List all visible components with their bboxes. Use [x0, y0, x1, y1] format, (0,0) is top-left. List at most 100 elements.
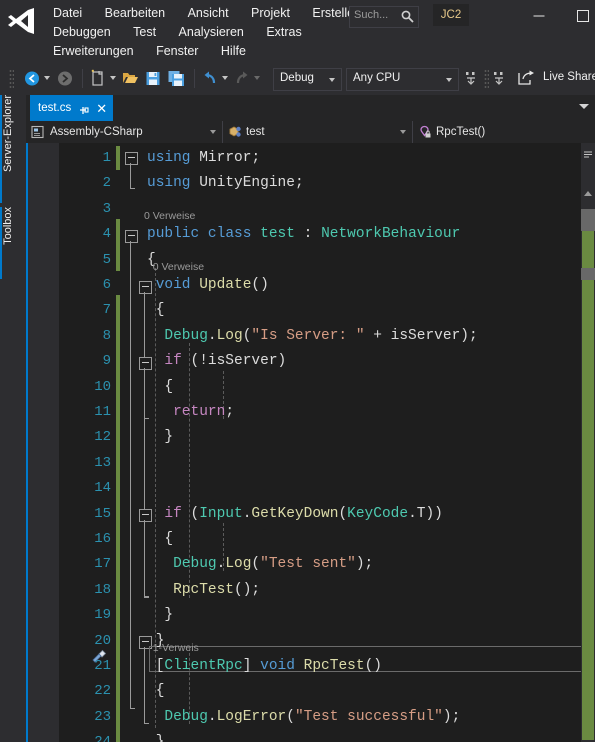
menu-item-ansicht[interactable]: Ansicht [179, 4, 238, 23]
line-number: 10 [94, 378, 111, 395]
code-line[interactable]: 5{ [59, 248, 581, 273]
menu-item-extras[interactable]: Extras [257, 23, 310, 42]
navbar-project-select[interactable]: Assembly-CSharp [26, 121, 223, 143]
code-line[interactable]: 7{ [59, 298, 581, 323]
code-line[interactable]: 3 [59, 197, 581, 222]
solution-platform-select[interactable]: Any CPU [346, 68, 459, 91]
code-text: if (!isServer) [164, 353, 287, 370]
editor-left-margin [28, 143, 59, 742]
line-number: 14 [94, 480, 111, 497]
code-line[interactable]: 21 1-Verweis [ClientRpc] void RpcTest() [59, 642, 581, 679]
tab-test-cs[interactable]: test.cs ✕ [30, 95, 114, 121]
save-icon[interactable] [145, 69, 161, 88]
code-line[interactable]: 2 using UnityEngine; [59, 171, 581, 196]
user-account-badge[interactable]: JC2 [433, 4, 469, 26]
codelens-reference-count[interactable]: 0 Verweise [144, 209, 195, 223]
code-line[interactable]: 11 return; [59, 400, 581, 425]
code-line[interactable]: 18 RpcTest(); [59, 578, 581, 603]
code-text: Debug.Log("Test sent"); [173, 556, 374, 573]
undo-icon[interactable] [202, 69, 218, 88]
code-line[interactable]: 17 Debug.Log("Test sent"); [59, 552, 581, 577]
line-number: 4 [102, 226, 111, 243]
code-line[interactable]: 9 if (!isServer) [59, 349, 581, 374]
codelens-reference-count[interactable]: 1-Verweis [153, 641, 199, 655]
line-number: 1 [102, 150, 111, 166]
menu-item-debuggen[interactable]: Debuggen [44, 23, 120, 42]
navbar-member-select[interactable]: RpcTest() [412, 121, 595, 143]
code-line[interactable]: 8 Debug.Log("Is Server: " + isServer); [59, 324, 581, 349]
save-all-icon[interactable] [168, 69, 186, 88]
scrollbar-thumb-2[interactable] [581, 268, 595, 280]
code-line[interactable]: 1 using Mirror; [59, 146, 581, 171]
sidebar-item-toolbox[interactable]: Toolbox [0, 207, 28, 279]
sidebar-item-server-explorer[interactable]: Server-Explorer [0, 95, 28, 203]
code-text: } [164, 607, 174, 624]
menu-row-1: Datei Bearbeiten Ansicht Projekt Erstell… [44, 3, 361, 23]
minimize-icon [533, 15, 545, 17]
code-line[interactable]: 10 { [59, 375, 581, 400]
code-line[interactable]: 24} [59, 730, 581, 742]
navigate-forward-icon[interactable] [57, 69, 73, 88]
menu-row-3: Erweiterungen Fenster Hilfe [44, 41, 344, 60]
menu-item-test[interactable]: Test [124, 23, 165, 42]
toolbar-grip-2[interactable] [484, 69, 489, 89]
navigate-back-icon[interactable] [24, 69, 40, 88]
live-share-icon[interactable] [518, 70, 536, 86]
new-item-icon[interactable] [90, 69, 106, 88]
menu-item-projekt[interactable]: Projekt [242, 4, 299, 23]
code-line[interactable]: 6 0 Verweise void Update() [59, 261, 581, 298]
line-number: 20 [94, 632, 111, 649]
chevron-down-icon-type [400, 130, 406, 134]
scrollbar-thumb[interactable] [581, 209, 595, 231]
code-line[interactable]: 13 [59, 451, 581, 476]
menu-item-analysieren[interactable]: Analysieren [170, 23, 253, 42]
codelens-reference-count[interactable]: 0 Verweise [153, 260, 204, 274]
redo-dropdown-icon[interactable] [254, 76, 260, 80]
solution-configuration-select[interactable]: Debug [273, 68, 342, 91]
search-input[interactable]: Such... [349, 6, 419, 28]
editor-vertical-scrollbar[interactable] [581, 143, 595, 742]
navigate-back-dropdown-icon[interactable] [44, 76, 50, 80]
code-line[interactable]: 22 { [59, 679, 581, 704]
code-text: [ClientRpc] void RpcTest() [155, 658, 382, 674]
scrollbar-top-glyph[interactable] [583, 146, 593, 158]
code-line[interactable]: 16 { [59, 527, 581, 552]
undo-dropdown-icon[interactable] [222, 76, 228, 80]
title-bar: Datei Bearbeiten Ansicht Projekt Erstell… [0, 0, 595, 62]
chevron-down-icon-project [210, 130, 216, 134]
code-line[interactable]: 4 0 Verweise public class test : NetworkBe… [59, 210, 581, 247]
menu-item-fenster[interactable]: Fenster [147, 42, 207, 61]
live-share-label[interactable]: Live Share [543, 71, 595, 83]
code-text: } [164, 429, 174, 446]
visual-studio-logo-icon [8, 8, 36, 34]
toolbar-grip[interactable] [9, 69, 14, 89]
close-icon[interactable]: ✕ [96, 102, 107, 115]
menu-item-erweiterungen[interactable]: Erweiterungen [44, 42, 143, 61]
code-line[interactable]: 19} [59, 603, 581, 628]
pin-icon[interactable] [78, 103, 89, 114]
redo-icon[interactable] [234, 69, 250, 88]
maximize-button[interactable] [572, 6, 594, 26]
code-line[interactable]: 14 [59, 476, 581, 501]
code-line[interactable]: 12} [59, 425, 581, 450]
scrollbar-up-arrow[interactable] [583, 185, 593, 196]
code-text: void Update() [155, 277, 269, 293]
line-number: 21 [94, 658, 111, 674]
menu-item-bearbeiten[interactable]: Bearbeiten [96, 4, 174, 23]
navbar-type-select[interactable]: test [222, 121, 413, 143]
open-file-icon[interactable] [122, 69, 139, 88]
code-line[interactable]: 15 if (Input.GetKeyDown(KeyCode.T)) [59, 502, 581, 527]
code-editor[interactable]: 1 using Mirror; 2 using UnityEngine; 3 4 0 Ver… [26, 143, 595, 742]
code-line[interactable]: 23 Debug.LogError("Test successful"); [59, 705, 581, 730]
minimize-button[interactable] [528, 6, 550, 26]
step-icon[interactable] [492, 69, 506, 88]
chevron-down-icon [329, 78, 335, 82]
code-line[interactable]: 20} [59, 629, 581, 654]
chevron-down-icon-tabs[interactable] [579, 104, 589, 109]
menu-item-datei[interactable]: Datei [44, 4, 91, 23]
line-number: 19 [94, 607, 111, 624]
menu-item-hilfe[interactable]: Hilfe [212, 42, 255, 61]
new-item-dropdown-icon[interactable] [110, 76, 116, 80]
code-surface[interactable]: 1 using Mirror; 2 using UnityEngine; 3 4 0 Ver… [59, 143, 581, 742]
attach-to-process-icon[interactable] [464, 69, 478, 88]
